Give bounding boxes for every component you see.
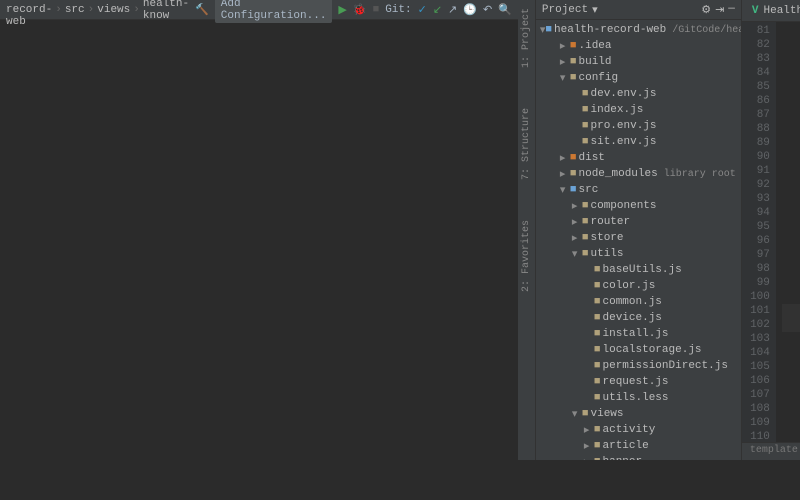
tree-item[interactable]: ▾■views — [536, 406, 741, 422]
collapse-icon[interactable]: ⇥ — [715, 3, 724, 17]
tree-item[interactable]: ▸■dist — [536, 150, 741, 166]
vcs-commit-icon[interactable]: ↙ — [433, 3, 442, 17]
tree-root[interactable]: ▾■ health-record-web /GitCode/health-rec… — [536, 22, 741, 38]
hide-icon[interactable]: — — [728, 3, 735, 17]
structure-tool-button[interactable]: 7: Structure — [521, 108, 532, 180]
tree-item[interactable]: ▸■build — [536, 54, 741, 70]
toolbar: health-record-web› src› views› health-kn… — [0, 0, 518, 20]
history-icon[interactable]: 🕒 — [463, 3, 477, 17]
tree-item[interactable]: ▸■banner — [536, 454, 741, 460]
tree-item[interactable]: ■color.js — [536, 278, 741, 294]
project-tree[interactable]: ▾■ health-record-web /GitCode/health-rec… — [536, 20, 741, 460]
tree-item[interactable]: ■index.js — [536, 102, 741, 118]
debug-icon[interactable]: 🐞 — [353, 3, 367, 17]
tree-item[interactable]: ■device.js — [536, 310, 741, 326]
left-tool-rail: 1: Project 7: Structure 2: Favorites — [518, 0, 536, 460]
tree-item[interactable]: ■permissionDirect.js — [536, 358, 741, 374]
sidebar-title: Project — [542, 4, 588, 16]
git-label: Git: — [385, 4, 411, 16]
search-icon[interactable]: 🔍 — [498, 3, 512, 17]
tree-item[interactable]: ▸■router — [536, 214, 741, 230]
project-sidebar: Project ▾ ⚙ ⇥ — ▾■ health-record-web /Gi… — [536, 0, 742, 460]
breadcrumb: health-record-web› src› views› health-kn… — [6, 0, 189, 28]
code-content[interactable]: :scroll="{ x: 900 }"> <template slot="re… — [776, 22, 800, 442]
tree-item[interactable]: ■sit.env.js — [536, 134, 741, 150]
tree-item[interactable]: ■install.js — [536, 326, 741, 342]
tree-item[interactable]: ▸■.idea — [536, 38, 741, 54]
editor-tabs: VHealthKnowAdd.vueVHealthKnowEdit.vueVHe… — [742, 0, 800, 22]
tree-item[interactable]: ▸■components — [536, 198, 741, 214]
revert-icon[interactable]: ↶ — [483, 3, 492, 17]
tree-item[interactable]: ■request.js — [536, 374, 741, 390]
tree-item[interactable]: ■utils.less — [536, 390, 741, 406]
tree-item[interactable]: ■pro.env.js — [536, 118, 741, 134]
tree-item[interactable]: ▸■activity — [536, 422, 741, 438]
tree-item[interactable]: ▾■config — [536, 70, 741, 86]
stop-icon: ■ — [373, 4, 380, 16]
tree-item[interactable]: ▾■utils — [536, 246, 741, 262]
run-config-dropdown[interactable]: Add Configuration... — [215, 0, 333, 23]
tree-item[interactable]: ■localstorage.js — [536, 342, 741, 358]
vcs-push-icon[interactable]: ↗ — [448, 3, 457, 17]
breadcrumb-bar[interactable]: template › a-card.card-area — [742, 442, 800, 460]
gutter: 8182838485868788899091929394959697989910… — [742, 22, 776, 442]
tree-item[interactable]: ▸■article — [536, 438, 741, 454]
tree-item[interactable]: ■dev.env.js — [536, 86, 741, 102]
editor: VHealthKnowAdd.vueVHealthKnowEdit.vueVHe… — [742, 0, 800, 460]
favorites-tool-button[interactable]: 2: Favorites — [521, 220, 532, 292]
tree-item[interactable]: ■baseUtils.js — [536, 262, 741, 278]
tree-item[interactable]: ■common.js — [536, 294, 741, 310]
run-icon[interactable]: ▶ — [338, 3, 346, 17]
project-tool-button[interactable]: 1: Project — [521, 8, 532, 68]
tree-item[interactable]: ▾■src — [536, 182, 741, 198]
hammer-icon[interactable]: 🔨 — [195, 3, 209, 17]
vcs-update-icon[interactable]: ✓ — [418, 3, 427, 17]
tree-item[interactable]: ▸■store — [536, 230, 741, 246]
tree-item[interactable]: ▸■node_moduleslibrary root — [536, 166, 741, 182]
project-root[interactable]: health-record-web — [6, 0, 52, 28]
gear-icon[interactable]: ⚙ — [701, 3, 711, 17]
editor-tab[interactable]: VHealthKnowAdd.vue — [742, 0, 800, 21]
